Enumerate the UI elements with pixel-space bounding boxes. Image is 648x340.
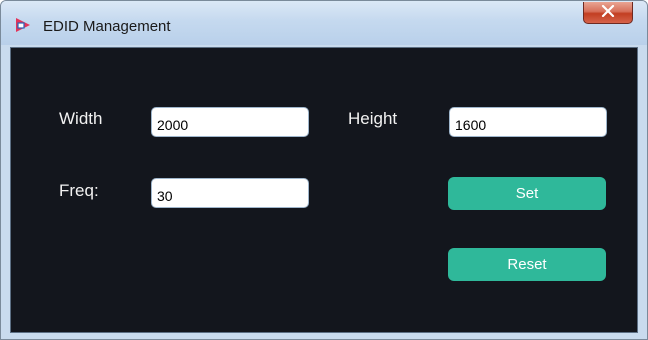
- edid-management-window: EDID Management Width Height Freq: Set R…: [0, 0, 648, 340]
- freq-input[interactable]: [151, 178, 309, 208]
- window-title: EDID Management: [43, 18, 171, 35]
- width-label: Width: [59, 109, 103, 128]
- reset-button[interactable]: Reset: [448, 248, 606, 281]
- width-input[interactable]: [151, 107, 309, 137]
- height-input[interactable]: [449, 107, 607, 137]
- edid-app-icon: [15, 17, 31, 33]
- close-button[interactable]: [583, 2, 633, 24]
- height-label: Height: [348, 109, 398, 128]
- freq-label: Freq:: [59, 181, 99, 200]
- set-button[interactable]: Set: [448, 177, 606, 210]
- close-icon: [601, 4, 615, 22]
- title-bar[interactable]: EDID Management: [1, 1, 647, 45]
- edid-panel: Width Height Freq: Set Reset: [10, 47, 638, 333]
